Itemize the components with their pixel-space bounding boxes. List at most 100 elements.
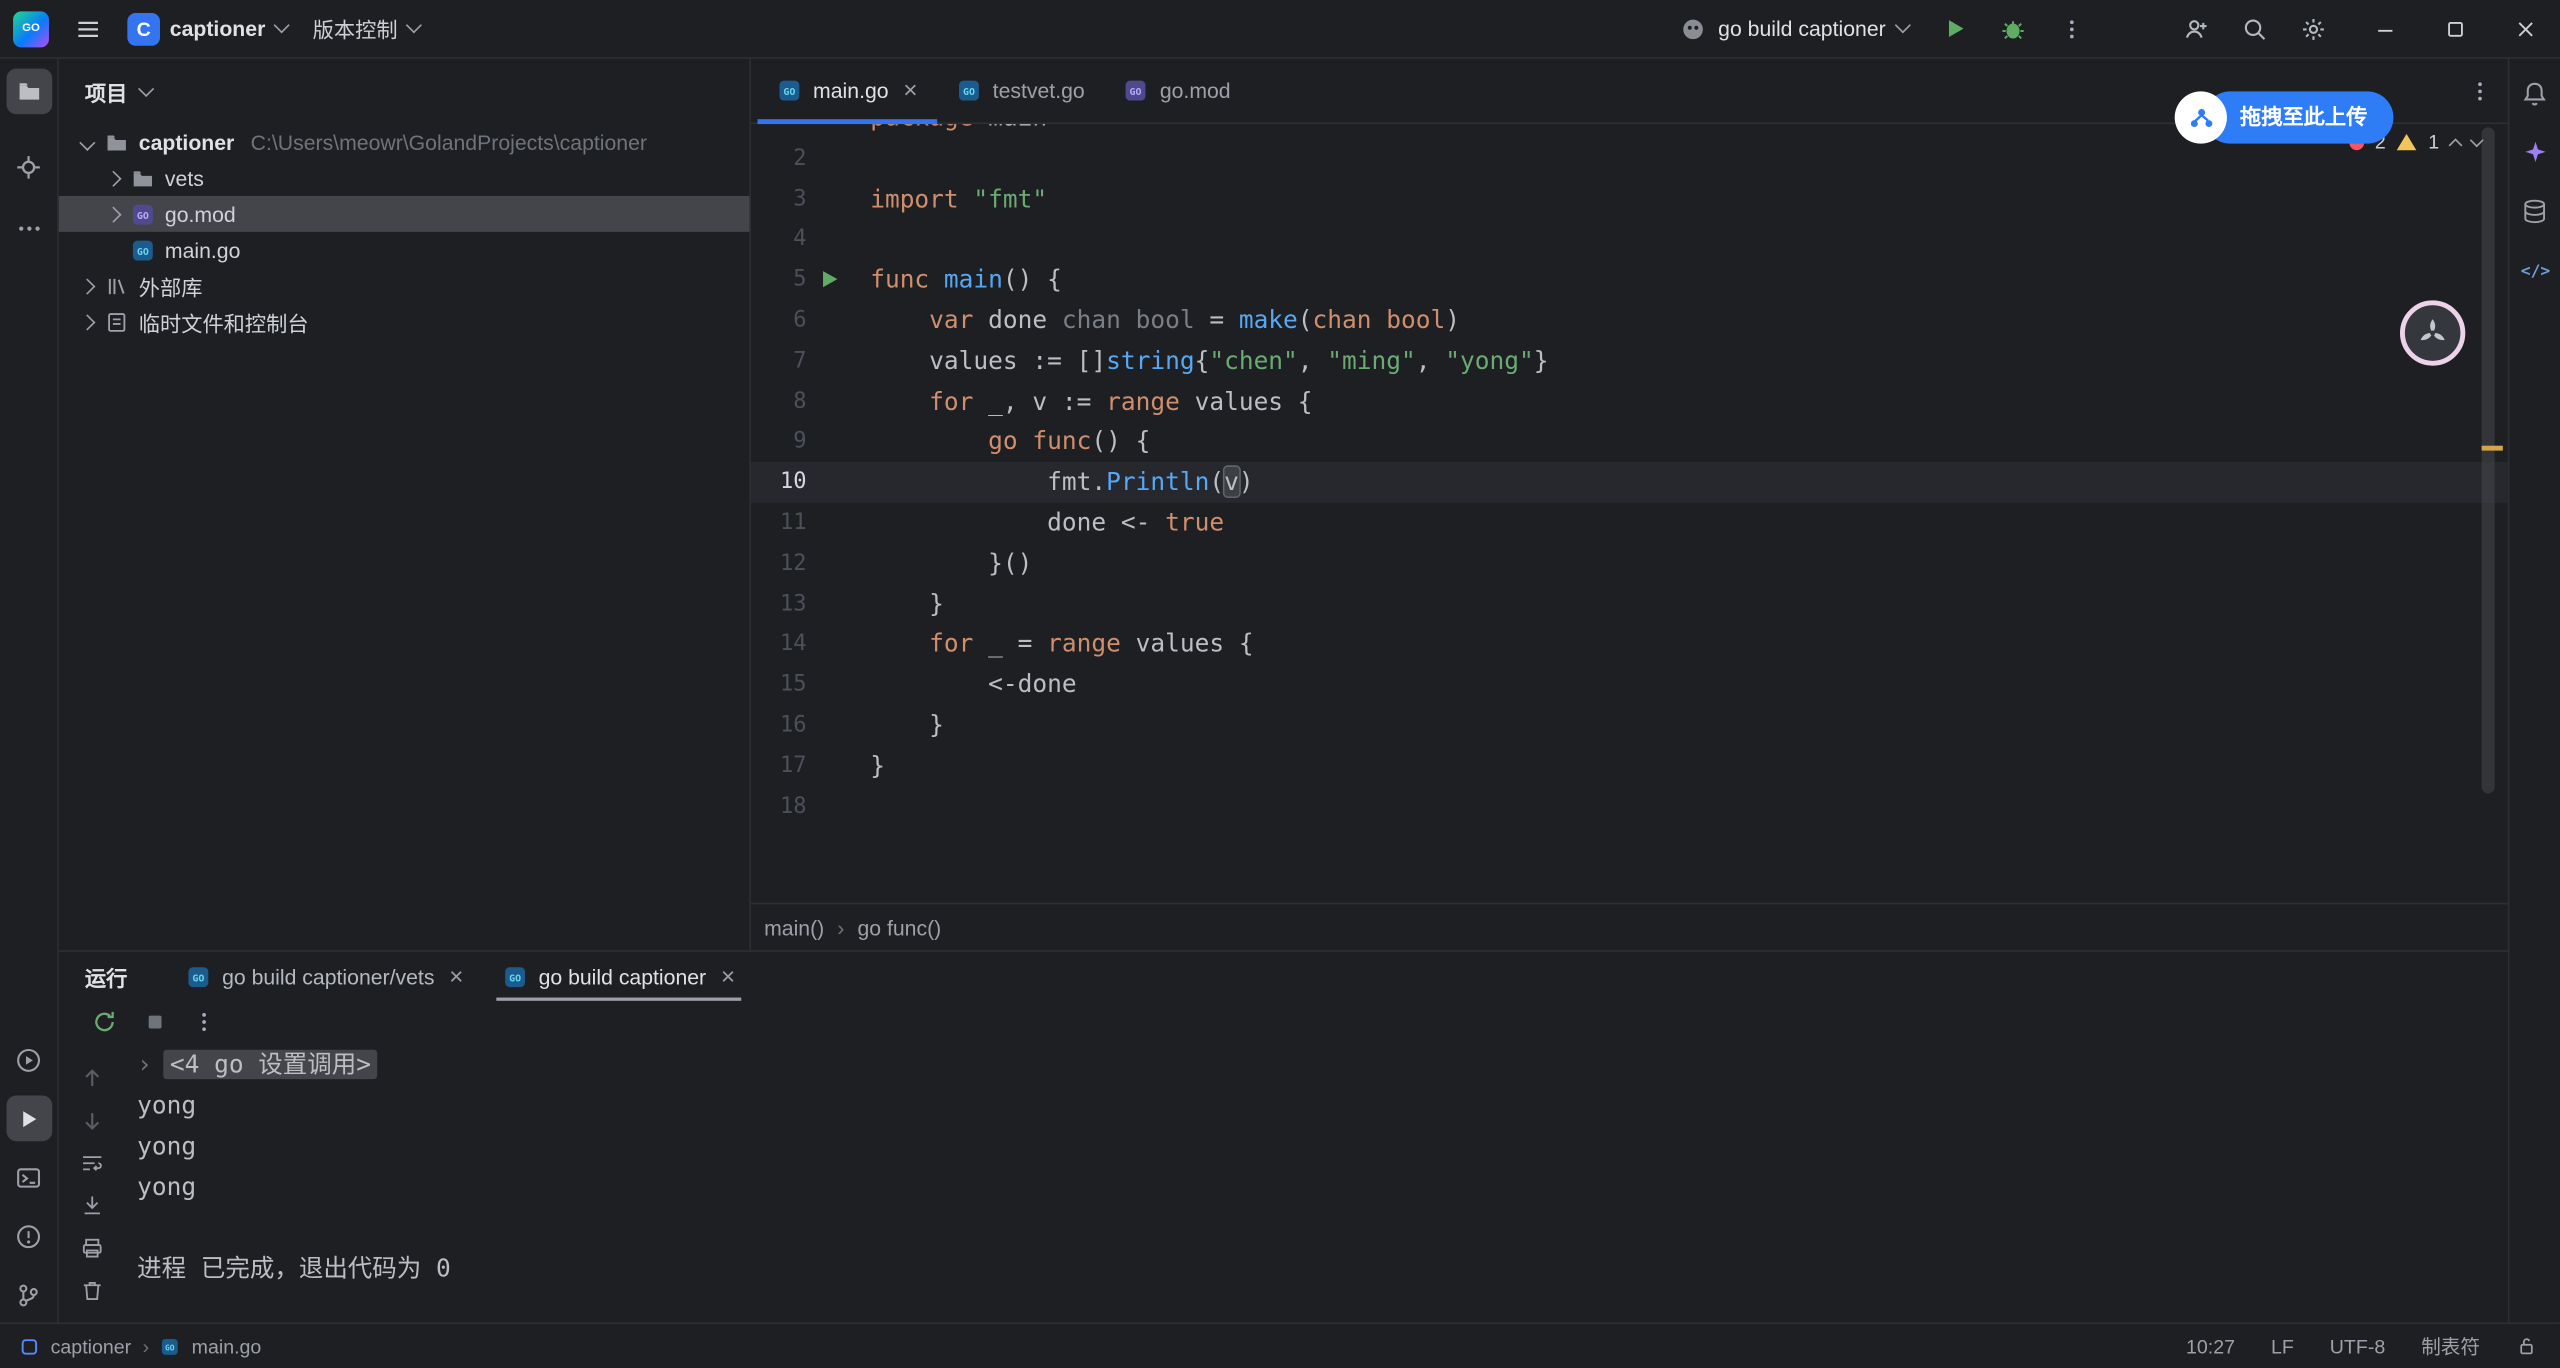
- run-panel-title[interactable]: 运行: [85, 952, 127, 1001]
- status-encoding[interactable]: UTF-8: [2330, 1335, 2386, 1358]
- code-line-4[interactable]: 4: [751, 219, 2508, 259]
- status-project[interactable]: captioner: [51, 1335, 132, 1358]
- code-line-12[interactable]: 12 }(): [751, 543, 2508, 583]
- editor-tab-testvet.go[interactable]: GOtestvet.go: [937, 59, 1104, 123]
- ai-assistant-icon[interactable]: [2512, 129, 2558, 175]
- next-problem-icon[interactable]: [2470, 133, 2484, 147]
- chevron-right-icon[interactable]: [79, 314, 95, 330]
- run-toolwindow-icon[interactable]: [6, 1096, 52, 1142]
- chevron-right-icon[interactable]: [79, 278, 95, 294]
- next-occurrence-icon[interactable]: [75, 1104, 108, 1137]
- project-panel-header[interactable]: 项目: [59, 59, 750, 124]
- floating-assistant-button[interactable]: [2400, 300, 2465, 365]
- clear-console-icon[interactable]: [75, 1273, 108, 1306]
- editor-tab-main.go[interactable]: GOmain.go×: [758, 59, 938, 123]
- code-line-6[interactable]: 6 var done chan bool = make(chan bool): [751, 300, 2508, 340]
- close-icon[interactable]: ×: [721, 964, 735, 988]
- status-indent[interactable]: 制表符: [2421, 1332, 2480, 1360]
- prev-occurrence-icon[interactable]: [75, 1061, 108, 1094]
- tree-item-vets[interactable]: vets: [59, 160, 750, 196]
- chevron-down-icon[interactable]: [79, 134, 95, 150]
- lock-icon[interactable]: [2516, 1336, 2537, 1357]
- debug-button[interactable]: [1990, 6, 2036, 52]
- console-output[interactable]: ›<4 go 设置调用>yongyongyong进程 已完成，退出代码为 0: [124, 1042, 2508, 1323]
- project-toolwindow-icon[interactable]: [6, 69, 52, 115]
- code-line-11[interactable]: 11 done <- true: [751, 503, 2508, 543]
- run-tab-go build captioner/vets[interactable]: GOgo build captioner/vets×: [167, 952, 484, 1001]
- run-configuration-selector[interactable]: go build captioner: [1681, 16, 1909, 42]
- git-toolwindow-icon[interactable]: [6, 1272, 52, 1318]
- code-line-10[interactable]: 10 fmt.Println(v): [751, 462, 2508, 502]
- tree-item-临时文件和控制台[interactable]: 临时文件和控制台: [59, 304, 750, 340]
- stop-icon[interactable]: [144, 1010, 167, 1033]
- breadcrumb-item[interactable]: main(): [764, 915, 824, 939]
- chevron-right-icon[interactable]: [105, 206, 121, 222]
- settings-gear-icon[interactable]: [2291, 6, 2337, 52]
- fold-expand-icon[interactable]: ›: [137, 1050, 152, 1079]
- print-icon[interactable]: [75, 1231, 108, 1264]
- project-selector[interactable]: C captioner: [127, 12, 286, 45]
- more-actions-icon[interactable]: [2049, 6, 2095, 52]
- upload-overlay[interactable]: 拖拽至此上传: [2175, 91, 2394, 143]
- endpoints-toolwindow-icon[interactable]: </>: [2512, 247, 2558, 293]
- code-token: _ =: [973, 629, 1047, 658]
- code-line-15[interactable]: 15 <-done: [751, 665, 2508, 705]
- gutter-spacer: [807, 124, 871, 138]
- more-toolwindows-icon[interactable]: [6, 206, 52, 252]
- rerun-icon[interactable]: [91, 1008, 117, 1034]
- error-stripe-mark[interactable]: [2482, 446, 2503, 451]
- code-line-14[interactable]: 14 for _ = range values {: [751, 624, 2508, 664]
- database-toolwindow-icon[interactable]: [2512, 188, 2558, 234]
- svg-text:GO: GO: [783, 87, 795, 98]
- code-line-8[interactable]: 8 for _, v := range values {: [751, 381, 2508, 421]
- soft-wrap-icon[interactable]: [75, 1146, 108, 1179]
- close-window-button[interactable]: [2490, 0, 2560, 58]
- close-icon[interactable]: ×: [449, 964, 463, 988]
- code-with-me-icon[interactable]: [2173, 6, 2219, 52]
- vcs-widget[interactable]: 版本控制: [313, 13, 419, 44]
- code-text: }(): [870, 543, 2508, 583]
- run-tab-go build captioner[interactable]: GOgo build captioner×: [483, 952, 755, 1001]
- chevron-right-icon[interactable]: [105, 170, 121, 186]
- notifications-bell-icon[interactable]: [2512, 70, 2558, 116]
- status-line-separator[interactable]: LF: [2271, 1335, 2294, 1358]
- code-area[interactable]: 1package main23import "fmt"45func main()…: [751, 124, 2508, 903]
- run-more-options-icon[interactable]: [193, 1010, 216, 1033]
- editor-options-icon[interactable]: [2469, 79, 2492, 102]
- run-gutter-icon[interactable]: [807, 260, 871, 300]
- breadcrumb-item[interactable]: go func(): [857, 915, 941, 939]
- search-icon[interactable]: [2232, 6, 2278, 52]
- code-line-18[interactable]: 18: [751, 786, 2508, 826]
- prev-problem-icon[interactable]: [2449, 138, 2463, 152]
- code-line-13[interactable]: 13 }: [751, 584, 2508, 624]
- editor-scrollbar[interactable]: [2482, 127, 2495, 793]
- code-line-16[interactable]: 16 }: [751, 705, 2508, 745]
- problems-toolwindow-icon[interactable]: [6, 1213, 52, 1259]
- code-line-9[interactable]: 9 go func() {: [751, 422, 2508, 462]
- run-button[interactable]: [1931, 6, 1977, 52]
- tree-item-外部库[interactable]: 外部库: [59, 268, 750, 304]
- code-line-3[interactable]: 3import "fmt": [751, 179, 2508, 219]
- status-file[interactable]: main.go: [192, 1335, 262, 1358]
- code-line-5[interactable]: 5func main() {: [751, 260, 2508, 300]
- code-token: chan bool: [1313, 305, 1446, 334]
- code-line-2[interactable]: 2: [751, 138, 2508, 178]
- folded-command[interactable]: <4 go 设置调用>: [163, 1050, 377, 1079]
- terminal-toolwindow-icon[interactable]: [6, 1154, 52, 1200]
- minimize-button[interactable]: [2349, 0, 2419, 58]
- editor-tab-go.mod[interactable]: GOgo.mod: [1104, 59, 1250, 123]
- close-icon[interactable]: ×: [903, 78, 917, 102]
- code-line-7[interactable]: 7 values := []string{"chen", "ming", "yo…: [751, 341, 2508, 381]
- main-menu-icon[interactable]: [75, 16, 101, 42]
- code-line-17[interactable]: 17}: [751, 746, 2508, 786]
- console-folded-line[interactable]: › <4 go 设置调用>: [137, 1045, 2508, 1086]
- maximize-button[interactable]: [2420, 0, 2490, 58]
- code-text: values := []string{"chen", "ming", "yong…: [870, 341, 2508, 381]
- tree-item-go.mod[interactable]: GOgo.mod: [59, 196, 750, 232]
- commit-toolwindow-icon[interactable]: [6, 144, 52, 190]
- tree-item-main.go[interactable]: GOmain.go: [59, 232, 750, 268]
- services-toolwindow-icon[interactable]: [6, 1037, 52, 1083]
- run-toolbar: [59, 1001, 2508, 1042]
- tree-item-captioner[interactable]: captionerC:\Users\meowr\GolandProjects\c…: [59, 124, 750, 160]
- scroll-to-end-icon[interactable]: [75, 1189, 108, 1222]
